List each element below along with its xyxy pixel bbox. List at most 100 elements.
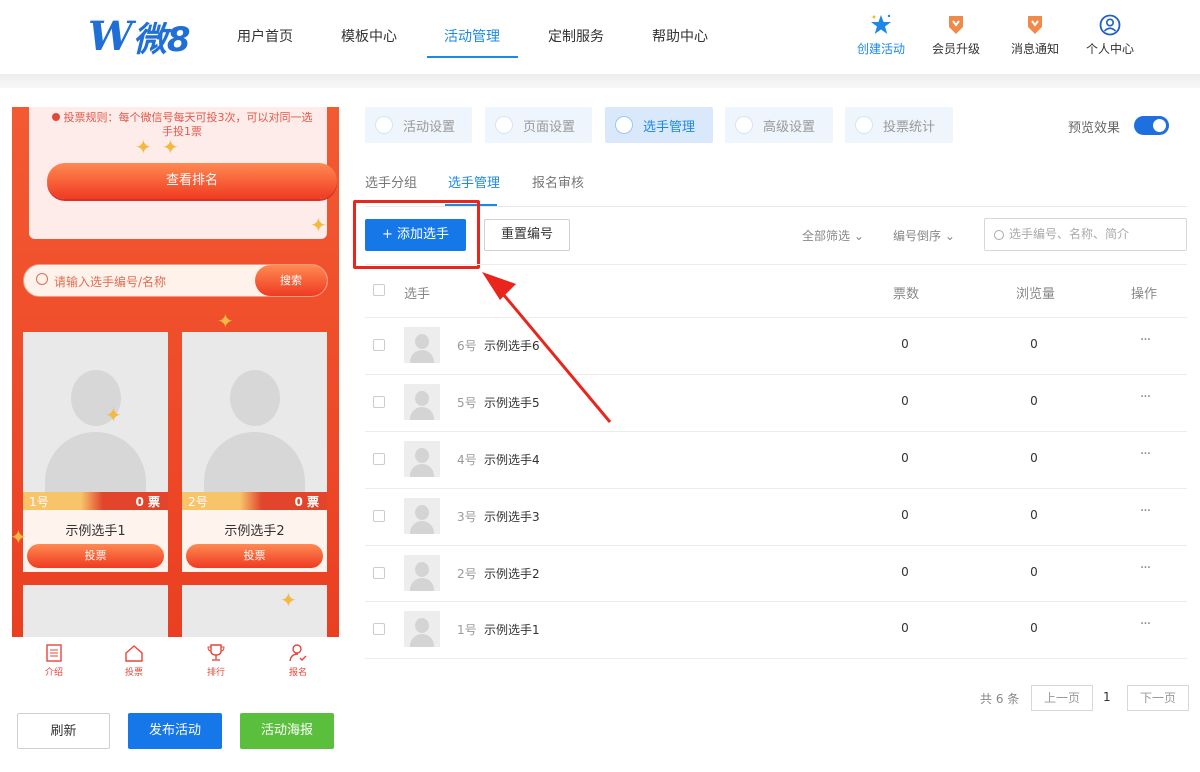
sort-order-dropdown[interactable]: 编号倒序 ⌄ xyxy=(893,227,955,244)
preview-tab-rank[interactable]: 排行 xyxy=(196,643,236,678)
nav-help-center[interactable]: 帮助中心 xyxy=(652,26,708,46)
star-decoration-icon: ✦ xyxy=(105,403,122,427)
preview-search-input[interactable]: 请输入选手编号/名称 xyxy=(54,273,166,290)
pagination-prev-button[interactable]: 上一页 xyxy=(1031,685,1094,711)
chevron-down-icon: ⌄ xyxy=(853,229,864,243)
bell-badge-icon xyxy=(1028,16,1042,34)
player-vote-bar: 2号 0 票 xyxy=(182,492,327,510)
avatar-placeholder-body xyxy=(204,432,305,492)
step-tab-activity-settings[interactable]: 活动设置 xyxy=(365,107,472,143)
more-actions-icon[interactable]: ··· xyxy=(1135,560,1155,576)
tool-personal-center[interactable]: 个人中心 xyxy=(1075,14,1145,57)
activity-poster-button[interactable]: 活动海报 xyxy=(240,713,334,749)
player-card[interactable]: 2号 0 票 示例选手2 投票 xyxy=(182,332,327,572)
brand-logo[interactable]: W 微8 xyxy=(88,12,191,60)
player-number: 2号 xyxy=(188,495,208,509)
preview-tab-intro[interactable]: 介绍 xyxy=(34,643,74,678)
preview-tab-signup[interactable]: 报名 xyxy=(278,643,318,678)
vote-button[interactable]: 投票 xyxy=(27,544,164,568)
step-tab-advanced-settings[interactable]: 高级设置 xyxy=(725,107,833,143)
home-icon xyxy=(125,645,143,662)
preview-effect-label: 预览效果 xyxy=(1068,121,1121,136)
nav-home[interactable]: 用户首页 xyxy=(237,26,293,46)
tool-create-activity[interactable]: 创建活动 xyxy=(846,14,916,57)
row-checkbox[interactable] xyxy=(373,623,385,635)
more-actions-icon[interactable]: ··· xyxy=(1135,616,1155,632)
player-name: 示例选手1 xyxy=(65,524,126,539)
subtab-signup-review[interactable]: 报名审核 xyxy=(532,172,584,191)
column-header-votes[interactable]: 票数 xyxy=(893,283,919,302)
chart-icon xyxy=(735,116,753,134)
chevron-down-icon: ⌄ xyxy=(944,229,955,243)
row-checkbox[interactable] xyxy=(373,339,385,351)
star-decoration-icon: ✦ xyxy=(12,525,27,549)
step-tab-page-settings-label: 页面设置 xyxy=(523,119,576,135)
player-votes: 0 xyxy=(901,394,909,408)
row-checkbox[interactable] xyxy=(373,567,385,579)
search-icon xyxy=(36,273,48,285)
pagination-next-button[interactable]: 下一页 xyxy=(1127,685,1190,711)
player-photo xyxy=(23,585,168,637)
nav-templates[interactable]: 模板中心 xyxy=(341,26,397,46)
pagination-current-page[interactable]: 1 xyxy=(1103,690,1111,704)
player-vote-bar: 1号 0 票 xyxy=(23,492,168,510)
more-actions-icon[interactable]: ··· xyxy=(1135,389,1155,405)
filter-all-label: 全部筛选 xyxy=(802,229,851,243)
row-checkbox[interactable] xyxy=(373,396,385,408)
step-tab-vote-statistics[interactable]: 投票统计 xyxy=(845,107,953,143)
player-search-input[interactable]: 选手编号、名称、简介 xyxy=(984,218,1187,251)
step-tab-advanced-settings-label: 高级设置 xyxy=(763,119,816,135)
sort-order-label: 编号倒序 xyxy=(893,229,942,243)
player-search-placeholder: 选手编号、名称、简介 xyxy=(1009,227,1130,241)
reset-numbering-button[interactable]: 重置编号 xyxy=(484,219,570,251)
more-actions-icon[interactable]: ··· xyxy=(1135,503,1155,519)
vote-button[interactable]: 投票 xyxy=(186,544,323,568)
publish-activity-button[interactable]: 发布活动 xyxy=(128,713,222,749)
row-checkbox[interactable] xyxy=(373,453,385,465)
step-tab-page-settings[interactable]: 页面设置 xyxy=(485,107,592,143)
refresh-button[interactable]: 刷新 xyxy=(17,713,110,749)
player-votes: 0 票 xyxy=(294,495,319,509)
more-actions-icon[interactable]: ··· xyxy=(1135,332,1155,348)
avatar-placeholder-icon xyxy=(230,370,280,426)
preview-search-bar: 请输入选手编号/名称 搜索 xyxy=(23,264,328,297)
step-tab-player-management[interactable]: 选手管理 xyxy=(605,107,713,143)
subtab-player-management[interactable]: 选手管理 xyxy=(448,172,500,191)
badge-icon xyxy=(949,16,963,34)
more-actions-icon[interactable]: ··· xyxy=(1135,446,1155,462)
nav-activity-management[interactable]: 活动管理 xyxy=(444,26,500,46)
subtab-divider xyxy=(365,206,1187,207)
player-views: 0 xyxy=(1030,337,1038,351)
filter-all-dropdown[interactable]: 全部筛选 ⌄ xyxy=(802,227,864,244)
tool-notifications[interactable]: 消息通知 xyxy=(1000,14,1070,57)
heart-icon xyxy=(375,116,393,134)
logo-mark: W xyxy=(88,12,133,60)
tool-create-activity-label: 创建活动 xyxy=(856,42,905,56)
player-number: 4号 xyxy=(457,453,477,467)
preview-search-button[interactable]: 搜索 xyxy=(255,265,327,296)
nav-custom-service[interactable]: 定制服务 xyxy=(548,26,604,46)
info-dot-icon xyxy=(51,113,60,121)
player-card-partial xyxy=(23,585,168,637)
player-avatar xyxy=(404,498,440,534)
select-all-checkbox[interactable] xyxy=(373,284,385,296)
user-circle-icon xyxy=(1099,14,1121,36)
player-card[interactable]: 1号 0 票 示例选手1 投票 xyxy=(23,332,168,572)
user-icon xyxy=(615,116,633,134)
column-header-actions: 操作 xyxy=(1131,287,1158,302)
player-name: 示例选手2 xyxy=(484,567,540,581)
pagination-total: 共 6 条 xyxy=(980,692,1020,706)
preview-effect-toggle[interactable] xyxy=(1134,116,1169,135)
tool-member-upgrade[interactable]: 会员升级 xyxy=(921,14,991,57)
table-row: 3号 示例选手3 0 0 ··· xyxy=(365,488,1187,545)
row-checkbox[interactable] xyxy=(373,510,385,522)
page-icon xyxy=(495,116,513,134)
subtab-player-groups[interactable]: 选手分组 xyxy=(365,172,417,191)
step-tab-vote-statistics-label: 投票统计 xyxy=(883,119,936,135)
navbar-divider xyxy=(0,74,1200,88)
player-number: 1号 xyxy=(29,495,49,509)
view-ranking-button[interactable]: 查看排名 xyxy=(47,163,337,199)
player-name: 示例选手1 xyxy=(484,623,540,637)
column-header-views[interactable]: 浏览量 xyxy=(1016,283,1055,302)
preview-tab-vote[interactable]: 投票 xyxy=(114,643,154,678)
